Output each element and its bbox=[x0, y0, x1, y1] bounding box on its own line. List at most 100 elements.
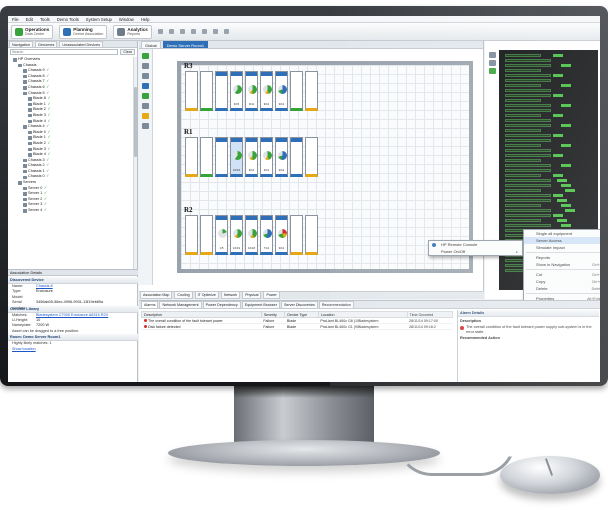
search-row: Search Clear bbox=[8, 48, 137, 56]
rack-tool-icon[interactable] bbox=[142, 93, 149, 99]
rack[interactable]: 7/12 bbox=[260, 215, 273, 255]
context-menu-item[interactable]: Cut Ctrl+X bbox=[524, 271, 600, 278]
menu-item[interactable]: Demo Tools bbox=[57, 17, 79, 22]
rack[interactable]: 9/12 bbox=[275, 71, 288, 111]
operations-icon bbox=[15, 27, 23, 36]
context-menu-item[interactable]: Power On/Off ▸ bbox=[429, 248, 522, 255]
utilization-pie bbox=[262, 85, 272, 94]
alarm-row[interactable]: Disk failure detected Failure Blade ProLian… bbox=[141, 323, 453, 330]
note-tool-icon[interactable] bbox=[142, 123, 149, 129]
zoom-tool-icon[interactable] bbox=[142, 63, 149, 69]
rack[interactable]: 9/12 bbox=[275, 215, 288, 255]
rack[interactable] bbox=[215, 71, 228, 111]
link-icon[interactable] bbox=[223, 29, 229, 34]
rack[interactable]: 9/12 bbox=[275, 137, 288, 177]
view-tab[interactable]: Power bbox=[263, 292, 280, 299]
context-menu-item[interactable]: Server Access▸ bbox=[524, 237, 600, 244]
analytics-button[interactable]: Analytics Reports bbox=[113, 24, 152, 39]
select-tool-icon[interactable] bbox=[142, 53, 149, 59]
menu-item[interactable]: Tools bbox=[40, 17, 50, 22]
tab-global[interactable]: Global bbox=[141, 41, 161, 48]
rack[interactable]: 1/5 bbox=[215, 215, 228, 255]
bottom-tab[interactable]: Recommendation bbox=[318, 301, 354, 308]
view-tab[interactable]: Cooling bbox=[174, 292, 193, 299]
cell-text: 28/11/14 09:17:00 bbox=[409, 318, 438, 323]
menu-item[interactable]: File bbox=[12, 17, 19, 22]
view-tab[interactable]: Association Map bbox=[140, 292, 173, 299]
bottom-tab[interactable]: Equipment Browser bbox=[241, 301, 280, 308]
menu-item[interactable]: System Setup bbox=[86, 17, 112, 22]
context-menu-item[interactable]: Simulate Impact bbox=[524, 244, 600, 251]
search-input[interactable]: Search bbox=[10, 49, 119, 55]
rack[interactable] bbox=[185, 71, 198, 111]
rack[interactable]: 10/19 bbox=[230, 215, 243, 255]
planning-button[interactable]: Planning Device Association bbox=[59, 24, 108, 39]
rack[interactable] bbox=[305, 137, 318, 177]
bottom-tab[interactable]: Alarms bbox=[141, 301, 159, 308]
zoom-in-icon[interactable] bbox=[157, 29, 163, 34]
rack[interactable]: 9/12 bbox=[260, 137, 273, 177]
rack[interactable] bbox=[200, 215, 213, 255]
rack[interactable] bbox=[185, 215, 198, 255]
genome-library-section[interactable]: Genome Library bbox=[8, 305, 138, 313]
bottom-tab[interactable]: Server Discoveries bbox=[280, 301, 318, 308]
zoom-out-icon[interactable] bbox=[168, 29, 174, 34]
rack[interactable]: 10/18 bbox=[245, 215, 258, 255]
tab-demo-server-room[interactable]: Demo Server Room1 bbox=[162, 41, 209, 48]
rack[interactable] bbox=[290, 137, 303, 177]
rack[interactable]: 9/15 bbox=[230, 71, 243, 111]
rack[interactable] bbox=[290, 71, 303, 111]
discovered-device-section[interactable]: Discovered Device bbox=[8, 277, 138, 284]
context-menu-item[interactable]: Copy Ctrl+C bbox=[524, 278, 600, 285]
overview-zoom-out-icon[interactable] bbox=[488, 60, 496, 66]
overview-zoom-in-icon[interactable] bbox=[488, 52, 496, 58]
overview-icon bbox=[13, 58, 17, 62]
cooling-tool-icon[interactable] bbox=[142, 103, 149, 109]
tab-navigation[interactable]: Navigation bbox=[9, 41, 33, 47]
clear-button[interactable]: Clear bbox=[120, 49, 135, 55]
context-menu-item[interactable]: Show in Navigation Ctrl+A bbox=[524, 261, 600, 268]
undo-icon[interactable] bbox=[179, 29, 185, 34]
bottom-tab[interactable]: Network Management bbox=[159, 301, 202, 308]
context-menu-item[interactable]: HP Remote Console bbox=[429, 241, 522, 248]
tree-item[interactable]: Server 4 ✓ bbox=[8, 208, 132, 214]
rack[interactable] bbox=[305, 71, 318, 111]
rack[interactable] bbox=[290, 215, 303, 255]
tree-scrollbar[interactable] bbox=[133, 57, 137, 269]
measure-tool-icon[interactable] bbox=[142, 83, 149, 89]
menu-item[interactable]: Edit bbox=[26, 17, 33, 22]
context-menu-item[interactable]: Delete Delete bbox=[524, 285, 600, 292]
menu-item[interactable]: Help bbox=[141, 17, 150, 22]
context-menu-item[interactable]: Reports▸ bbox=[524, 254, 600, 261]
detail-value[interactable]: Bladesystem C7000 Enclosure A6315 R2X bbox=[36, 313, 108, 318]
context-menu-item[interactable]: Single all equipment bbox=[524, 230, 600, 237]
rack-unit-active bbox=[553, 74, 563, 77]
operations-button[interactable]: Operations Data Center bbox=[11, 24, 54, 39]
rack[interactable]: 9/12 bbox=[260, 71, 273, 111]
pan-tool-icon[interactable] bbox=[142, 73, 149, 79]
layout-icon[interactable] bbox=[212, 29, 218, 34]
filter-icon[interactable] bbox=[201, 29, 207, 34]
room-section[interactable]: Room: Demo Server Room1 bbox=[8, 334, 138, 342]
view-tab[interactable]: Network bbox=[220, 292, 241, 299]
rack[interactable]: 9/12 bbox=[245, 137, 258, 177]
redo-icon[interactable] bbox=[190, 29, 196, 34]
menu-separator bbox=[526, 269, 600, 270]
rack[interactable]: 9/11 bbox=[245, 71, 258, 111]
rack[interactable] bbox=[200, 137, 213, 177]
menu-item[interactable]: Window bbox=[119, 17, 134, 22]
rack[interactable] bbox=[215, 137, 228, 177]
scroll-thumb[interactable] bbox=[134, 87, 137, 157]
rack[interactable]: 10/15 bbox=[230, 137, 243, 177]
rack[interactable] bbox=[185, 137, 198, 177]
view-tab[interactable]: IT Optimize bbox=[194, 292, 219, 299]
tab-genomes[interactable]: Genomes bbox=[34, 41, 58, 47]
rack[interactable] bbox=[305, 215, 318, 255]
rack[interactable] bbox=[200, 71, 213, 111]
bottom-tab[interactable]: Power Dependency bbox=[202, 301, 241, 308]
tab-unassociated-devices[interactable]: Unassociated Devices bbox=[59, 41, 103, 47]
power-tool-icon[interactable] bbox=[142, 113, 149, 119]
overview-fit-icon[interactable] bbox=[488, 68, 496, 74]
show-location-link[interactable]: Show location bbox=[8, 347, 138, 352]
view-tab[interactable]: Physical bbox=[242, 292, 262, 299]
